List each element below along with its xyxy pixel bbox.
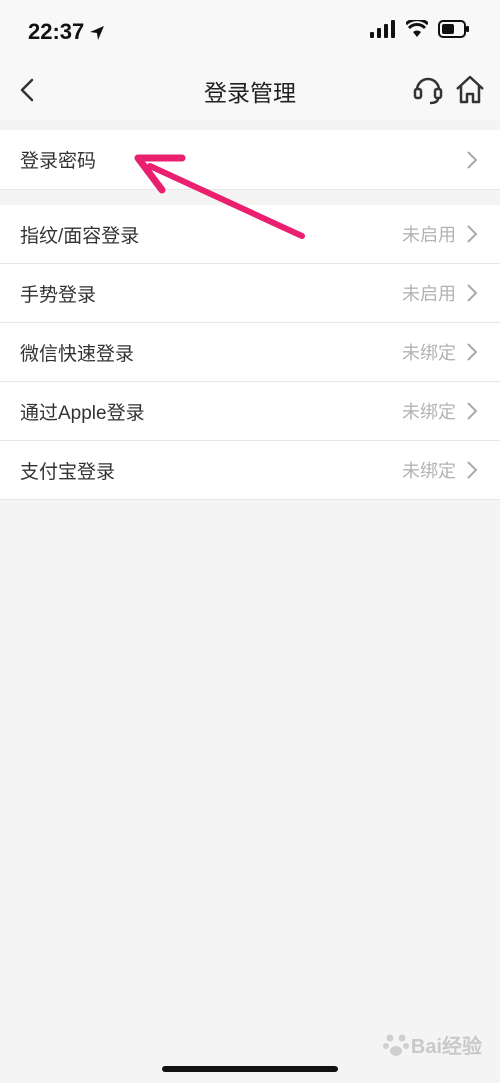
wechat-login-row[interactable]: 微信快速登录 未绑定 [0,323,500,382]
row-label: 指纹/面容登录 [20,225,140,247]
customer-service-headset-icon[interactable] [410,72,446,108]
status-text: 未启用 [402,284,456,304]
wifi-icon [406,20,428,37]
row-label: 登录密码 [20,151,97,172]
chevron-right-icon [467,150,478,169]
status-text: 未绑定 [402,402,456,422]
home-icon[interactable] [452,72,488,108]
fingerprint-face-login-row[interactable]: 指纹/面容登录 未启用 [0,205,500,264]
chevron-right-icon [467,284,478,302]
chevron-right-icon [467,461,478,479]
home-indicator[interactable] [162,1066,338,1072]
location-arrow-icon [90,26,104,40]
watermark: Bai经验 [381,1029,482,1059]
login-password-row[interactable]: 登录密码 [0,130,500,190]
login-methods-group: 指纹/面容登录 未启用 手势登录 未启用 微信快速登录 未绑定 通过Apple登… [0,205,500,500]
apple-login-row[interactable]: 通过Apple登录 未绑定 [0,382,500,441]
status-text: 未绑定 [402,461,456,481]
row-label: 微信快速登录 [20,343,135,365]
nav-bar: 登录管理 [0,60,500,120]
row-label: 通过Apple登录 [20,402,145,424]
status-text: 未启用 [402,225,456,245]
chevron-right-icon [467,402,478,420]
alipay-login-row[interactable]: 支付宝登录 未绑定 [0,441,500,500]
paw-logo-icon [382,1034,409,1056]
status-time: 22:37 [28,19,85,44]
battery-icon [438,20,469,38]
status-bar: 22:37 [0,0,500,60]
cellular-signal-icon [370,20,395,38]
row-label: 手势登录 [20,284,97,306]
gesture-login-row[interactable]: 手势登录 未启用 [0,264,500,323]
password-group: 登录密码 [0,130,500,190]
chevron-right-icon [467,343,478,361]
chevron-right-icon [467,225,478,243]
row-label: 支付宝登录 [20,461,116,483]
watermark-text: Bai经验 [410,1035,482,1058]
status-text: 未绑定 [402,343,456,363]
